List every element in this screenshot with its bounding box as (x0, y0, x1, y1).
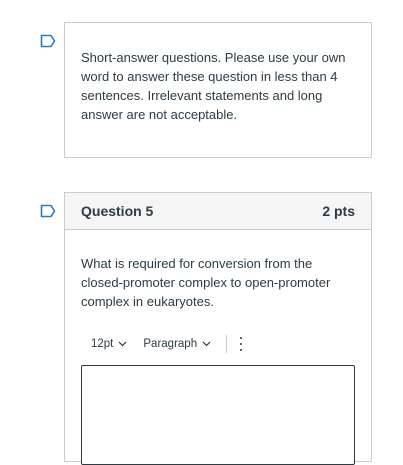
block-format-label: Paragraph (143, 338, 198, 350)
font-size-label: 12pt (91, 338, 114, 350)
flag-question-icon[interactable] (40, 204, 56, 218)
chevron-down-icon (118, 341, 127, 347)
question-header: Question 5 2 pts (65, 193, 371, 230)
question-title: Question 5 (81, 203, 154, 219)
answer-editor[interactable] (81, 365, 355, 465)
question-card: Question 5 2 pts What is required for co… (64, 192, 372, 465)
chevron-down-icon (202, 341, 211, 347)
instructions-text: Short-answer questions. Please use your … (81, 50, 346, 122)
question-body: What is required for conversion from the… (65, 230, 371, 311)
editor-toolbar: 12pt Paragraph (91, 335, 243, 353)
font-size-dropdown[interactable]: 12pt (91, 338, 127, 350)
block-format-dropdown[interactable]: Paragraph (143, 338, 211, 350)
toolbar-divider (226, 335, 228, 353)
more-options-icon[interactable] (239, 337, 243, 351)
question-text: What is required for conversion from the… (81, 256, 331, 309)
instructions-box: Short-answer questions. Please use your … (64, 22, 372, 158)
flag-icon[interactable] (40, 34, 56, 48)
question-points: 2 pts (322, 203, 355, 219)
